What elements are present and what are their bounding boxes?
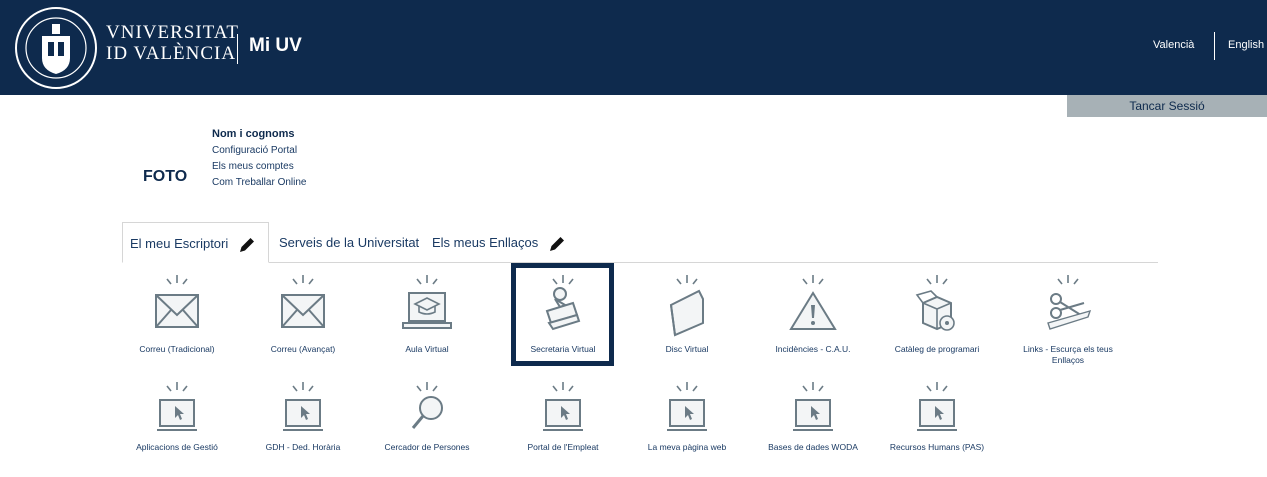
app-label: Portal de l'Empleat [527, 442, 599, 452]
app-mail-traditional[interactable]: Correu (Tradicional) [117, 273, 237, 355]
university-name-line1: VNIVERSITAT [106, 22, 239, 43]
user-name: Nom i cognoms [212, 128, 295, 140]
tabs-divider [122, 262, 1158, 263]
my-accounts-link[interactable]: Els meus comptes [212, 161, 294, 172]
monitor-cursor-icon [793, 382, 833, 431]
top-header: VNIVERSITAT ID VALÈNCIA Mi UV Valencià E… [0, 0, 1267, 95]
tab-my-links-label: Els meus Enllaços [432, 235, 539, 250]
app-label: Secretaria Virtual [530, 344, 596, 354]
app-label: GDH - Ded. Horària [265, 442, 341, 452]
app-employee-portal[interactable]: Portal de l'Empleat [503, 380, 623, 453]
app-label: Catàleg de programari [894, 344, 980, 354]
logout-button[interactable]: Tancar Sessió [1067, 95, 1267, 117]
language-english-link[interactable]: English [1228, 39, 1264, 51]
app-title: Mi UV [249, 35, 302, 56]
app-management-applications[interactable]: Aplicacions de Gestió [117, 380, 237, 453]
edit-pencil-icon[interactable] [548, 235, 566, 253]
header-divider [237, 34, 238, 64]
app-label: Aplicacions de Gestió [136, 442, 218, 452]
app-human-resources-pas[interactable]: Recursos Humans (PAS) [877, 380, 997, 453]
app-virtual-secretariat[interactable]: Secretaria Virtual [503, 273, 623, 355]
edit-pencil-icon[interactable] [238, 236, 256, 254]
university-seal-logo[interactable] [14, 6, 98, 90]
tab-my-desktop[interactable]: El meu Escriptori [122, 222, 269, 263]
envelope-icon [155, 275, 199, 328]
app-virtual-disk[interactable]: Disc Virtual [627, 273, 747, 355]
monitor-cursor-icon [917, 382, 957, 431]
app-my-webpage[interactable]: La meva pàgina web [627, 380, 747, 453]
app-label: Cercador de Persones [384, 442, 470, 452]
monitor-cursor-icon [157, 382, 197, 431]
app-woda-databases[interactable]: Bases de dades WODA [753, 380, 873, 453]
app-mail-advanced[interactable]: Correu (Avançat) [243, 273, 363, 355]
app-virtual-classroom[interactable]: Aula Virtual [367, 273, 487, 355]
laptop-graduation-icon [402, 275, 452, 329]
app-label: Disc Virtual [665, 344, 709, 354]
language-valencian-link[interactable]: Valencià [1153, 39, 1194, 51]
tab-my-links[interactable]: Els meus Enllaços [432, 222, 566, 263]
university-name-line2: ID VALÈNCIA [106, 43, 237, 64]
magnifier-icon [411, 382, 443, 429]
folder-icon [669, 275, 704, 337]
app-label: Correu (Tradicional) [139, 344, 215, 354]
scissors-icon [1047, 275, 1092, 330]
app-label: Incidències - C.A.U. [775, 344, 851, 354]
app-people-search[interactable]: Cercador de Persones [367, 380, 487, 453]
profile-photo-placeholder: FOTO [143, 168, 188, 185]
app-label: Bases de dades WODA [768, 442, 858, 452]
monitor-cursor-icon [667, 382, 707, 431]
app-gdh-schedule[interactable]: GDH - Ded. Horària [243, 380, 363, 453]
stamp-icon [545, 275, 581, 331]
work-online-link[interactable]: Com Treballar Online [212, 177, 306, 188]
app-label: La meva pàgina web [647, 442, 727, 452]
app-software-catalog[interactable]: Catàleg de programari [877, 273, 997, 355]
app-links-shortener[interactable]: Links - Escurça els teus Enllaços [1008, 273, 1128, 366]
portal-settings-link[interactable]: Configuració Portal [212, 145, 297, 156]
language-divider [1214, 32, 1215, 60]
warning-icon [789, 275, 837, 330]
tab-university-services[interactable]: Serveis de la Universitat [279, 222, 419, 263]
tab-my-desktop-label: El meu Escriptori [130, 236, 229, 251]
software-box-icon [915, 275, 955, 331]
app-incidents-cau[interactable]: Incidències - C.A.U. [753, 273, 873, 355]
app-label: Correu (Avançat) [270, 344, 336, 354]
university-name: VNIVERSITAT ID VALÈNCIA [106, 22, 239, 64]
app-label: Aula Virtual [405, 344, 449, 354]
app-label: Recursos Humans (PAS) [889, 442, 985, 452]
monitor-cursor-icon [543, 382, 583, 431]
envelope-icon [281, 275, 325, 328]
monitor-cursor-icon [283, 382, 323, 431]
app-label: Links - Escurça els teus Enllaços [1023, 344, 1113, 365]
